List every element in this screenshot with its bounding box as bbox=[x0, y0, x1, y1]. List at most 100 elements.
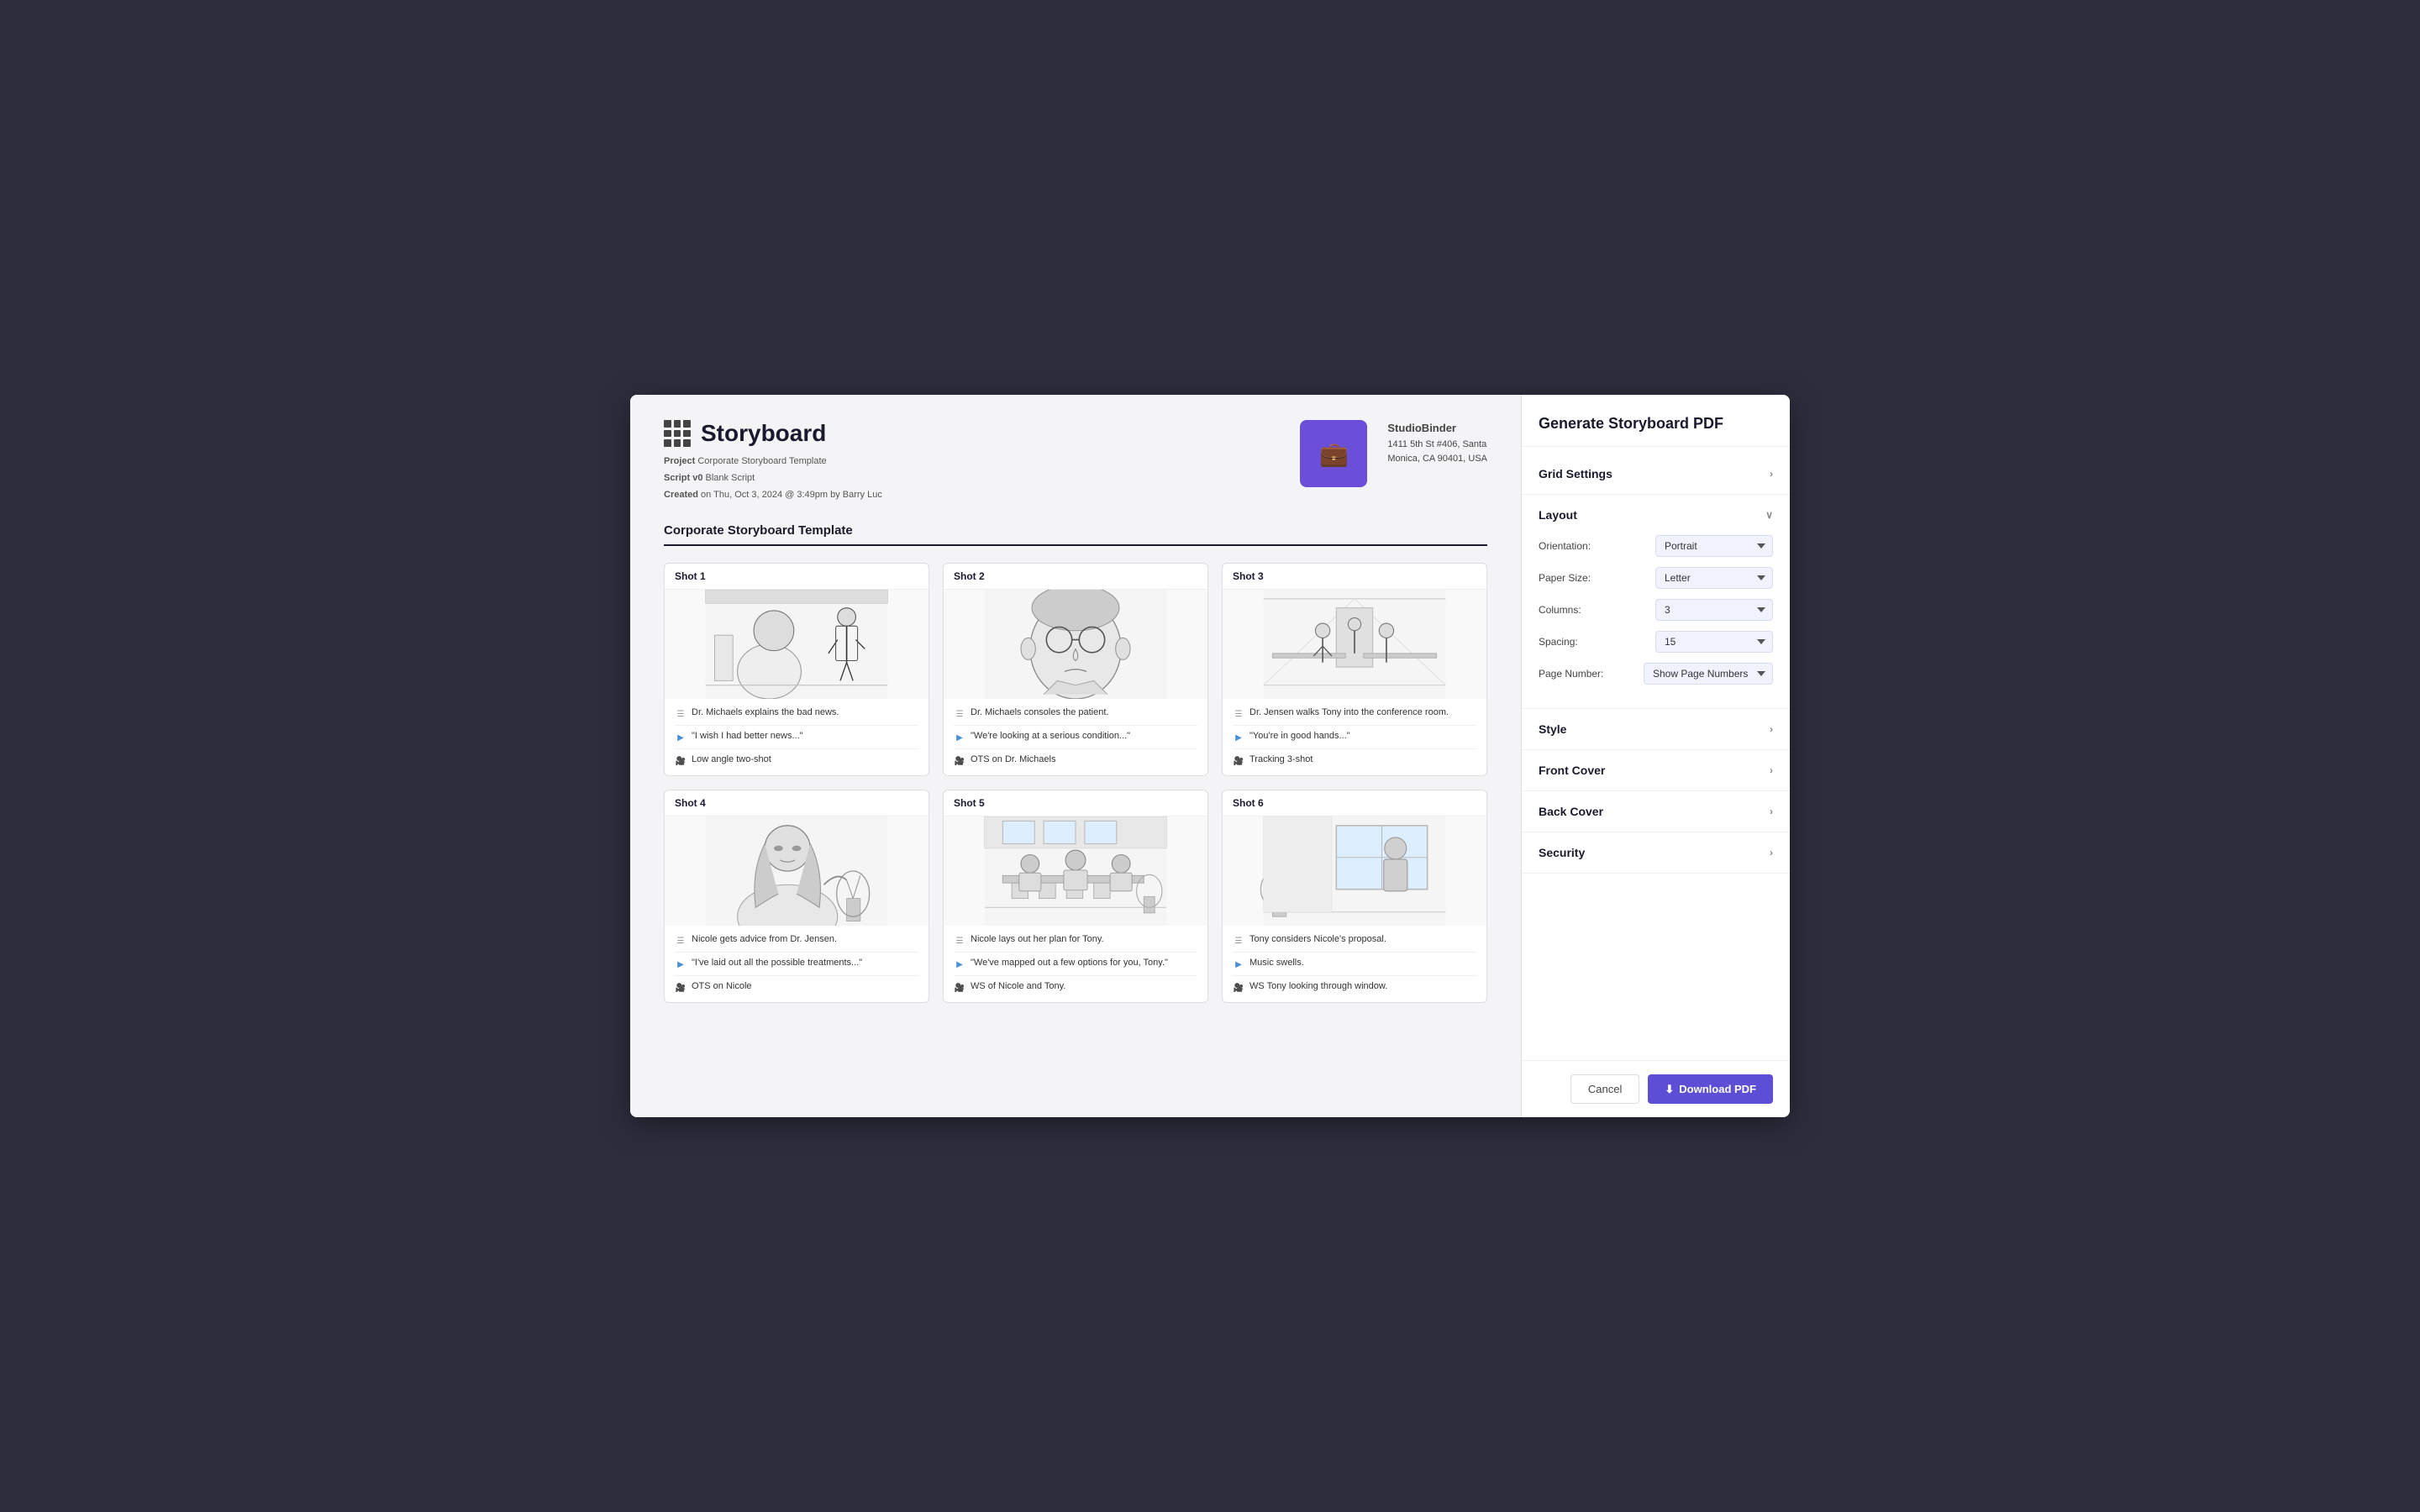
title-divider bbox=[664, 544, 1487, 546]
grid-settings-header[interactable]: Grid Settings › bbox=[1522, 454, 1790, 494]
pagenumber-label: Page Number: bbox=[1539, 668, 1603, 680]
shot-card-4: Shot 4 bbox=[664, 790, 929, 1003]
camera-icon-4: 🎥 bbox=[675, 982, 687, 994]
section-back-cover: Back Cover › bbox=[1522, 791, 1790, 832]
shot-label-6: Shot 6 bbox=[1223, 790, 1486, 816]
main-content: Storyboard Project Corporate Storyboard … bbox=[630, 395, 1521, 1117]
papersize-row: Paper Size: Letter A4 Legal bbox=[1539, 567, 1773, 589]
shot-desc-5: ☰ Nicole lays out her plan for Tony. bbox=[954, 934, 1197, 953]
desc-icon-4: ☰ bbox=[675, 935, 687, 947]
shot-camera-4: 🎥 OTS on Nicole bbox=[675, 981, 918, 994]
spacing-row: Spacing: 10 15 20 25 bbox=[1539, 631, 1773, 653]
audio-icon-3: ▶ bbox=[1233, 732, 1244, 743]
shot-desc-2: ☰ Dr. Michaels consoles the patient. bbox=[954, 707, 1197, 726]
shot-card-1: Shot 1 bbox=[664, 563, 929, 776]
shot-audio-2: ▶ "We're looking at a serious condition.… bbox=[954, 731, 1197, 749]
shot-desc-1: ☰ Dr. Michaels explains the bad news. bbox=[675, 707, 918, 726]
shot-image-2 bbox=[944, 590, 1207, 699]
storyboard-title: Storyboard bbox=[701, 420, 826, 447]
template-title: Corporate Storyboard Template bbox=[664, 523, 1487, 538]
camera-icon-6: 🎥 bbox=[1233, 982, 1244, 994]
layout-chevron: ∨ bbox=[1765, 509, 1773, 521]
audio-icon-5: ▶ bbox=[954, 958, 965, 970]
shot-image-3 bbox=[1223, 590, 1486, 699]
desc-icon-2: ☰ bbox=[954, 708, 965, 720]
security-header[interactable]: Security › bbox=[1522, 832, 1790, 873]
columns-label: Columns: bbox=[1539, 604, 1581, 616]
papersize-select[interactable]: Letter A4 Legal bbox=[1655, 567, 1773, 589]
panel-sections: Grid Settings › Layout ∨ Orientation: Po… bbox=[1522, 447, 1790, 1060]
orientation-select[interactable]: Portrait Landscape bbox=[1655, 535, 1773, 557]
title-block: Storyboard bbox=[664, 420, 882, 447]
pagenumber-row: Page Number: Show Page Numbers Hide Page… bbox=[1539, 663, 1773, 685]
shot-audio-3: ▶ "You're in good hands..." bbox=[1233, 731, 1476, 749]
company-logo: 💼 bbox=[1300, 420, 1367, 487]
shot-card-6: Shot 6 bbox=[1222, 790, 1487, 1003]
camera-icon-2: 🎥 bbox=[954, 755, 965, 767]
shot-audio-4: ▶ "I've laid out all the possible treatm… bbox=[675, 958, 918, 976]
section-security: Security › bbox=[1522, 832, 1790, 874]
desc-icon-3: ☰ bbox=[1233, 708, 1244, 720]
shot-camera-1: 🎥 Low angle two-shot bbox=[675, 754, 918, 767]
audio-icon-2: ▶ bbox=[954, 732, 965, 743]
shot-label-3: Shot 3 bbox=[1223, 564, 1486, 590]
shot-image-6 bbox=[1223, 816, 1486, 926]
cancel-button[interactable]: Cancel bbox=[1570, 1074, 1639, 1104]
layout-header[interactable]: Layout ∨ bbox=[1522, 495, 1790, 535]
style-header[interactable]: Style › bbox=[1522, 709, 1790, 749]
shot-card-5: Shot 5 bbox=[943, 790, 1208, 1003]
shot-audio-5: ▶ "We've mapped out a few options for yo… bbox=[954, 958, 1197, 976]
camera-icon-1: 🎥 bbox=[675, 755, 687, 767]
shot-image-1 bbox=[665, 590, 929, 699]
shot-audio-6: ▶ Music swells. bbox=[1233, 958, 1476, 976]
shots-grid: Shot 1 bbox=[664, 563, 1487, 1003]
pagenumber-select[interactable]: Show Page Numbers Hide Page Numbers bbox=[1644, 663, 1773, 685]
shot-camera-2: 🎥 OTS on Dr. Michaels bbox=[954, 754, 1197, 767]
shot-details-1: ☰ Dr. Michaels explains the bad news. ▶ … bbox=[665, 699, 929, 775]
shot-label-5: Shot 5 bbox=[944, 790, 1207, 816]
shot-details-4: ☰ Nicole gets advice from Dr. Jensen. ▶ … bbox=[665, 926, 929, 1002]
papersize-label: Paper Size: bbox=[1539, 572, 1591, 584]
back-cover-header[interactable]: Back Cover › bbox=[1522, 791, 1790, 832]
storyboard-meta: Project Corporate Storyboard Template Sc… bbox=[664, 454, 882, 503]
audio-icon-1: ▶ bbox=[675, 732, 687, 743]
company-block: 💼 StudioBinder 1411 5th St #406, Santa M… bbox=[1300, 420, 1487, 487]
shot-desc-4: ☰ Nicole gets advice from Dr. Jensen. bbox=[675, 934, 918, 953]
shot-audio-1: ▶ "I wish I had better news..." bbox=[675, 731, 918, 749]
front-cover-chevron: › bbox=[1770, 764, 1773, 776]
orientation-row: Orientation: Portrait Landscape bbox=[1539, 535, 1773, 557]
storyboard-header: Storyboard Project Corporate Storyboard … bbox=[664, 420, 1487, 503]
panel-title: Generate Storyboard PDF bbox=[1522, 395, 1790, 447]
back-cover-chevron: › bbox=[1770, 806, 1773, 817]
audio-icon-6: ▶ bbox=[1233, 958, 1244, 970]
columns-select[interactable]: 1 2 3 4 bbox=[1655, 599, 1773, 621]
shot-camera-3: 🎥 Tracking 3-shot bbox=[1233, 754, 1476, 767]
shot-label-4: Shot 4 bbox=[665, 790, 929, 816]
desc-icon-1: ☰ bbox=[675, 708, 687, 720]
briefcase-icon: 💼 bbox=[1319, 440, 1349, 468]
company-info: StudioBinder 1411 5th St #406, Santa Mon… bbox=[1387, 420, 1487, 467]
panel-footer: Cancel ⬇ Download PDF bbox=[1522, 1060, 1790, 1117]
audio-icon-4: ▶ bbox=[675, 958, 687, 970]
section-layout: Layout ∨ Orientation: Portrait Landscape… bbox=[1522, 495, 1790, 709]
section-style: Style › bbox=[1522, 709, 1790, 750]
download-pdf-button[interactable]: ⬇ Download PDF bbox=[1648, 1074, 1773, 1104]
spacing-select[interactable]: 10 15 20 25 bbox=[1655, 631, 1773, 653]
section-front-cover: Front Cover › bbox=[1522, 750, 1790, 791]
shot-camera-5: 🎥 WS of Nicole and Tony. bbox=[954, 981, 1197, 994]
front-cover-header[interactable]: Front Cover › bbox=[1522, 750, 1790, 790]
download-icon: ⬇ bbox=[1665, 1083, 1674, 1096]
orientation-label: Orientation: bbox=[1539, 540, 1591, 552]
desc-icon-6: ☰ bbox=[1233, 935, 1244, 947]
shot-card-3: Shot 3 bbox=[1222, 563, 1487, 776]
style-chevron: › bbox=[1770, 723, 1773, 735]
shot-details-3: ☰ Dr. Jensen walks Tony into the confere… bbox=[1223, 699, 1486, 775]
section-grid-settings: Grid Settings › bbox=[1522, 454, 1790, 495]
shot-card-2: Shot 2 bbox=[943, 563, 1208, 776]
layout-body: Orientation: Portrait Landscape Paper Si… bbox=[1522, 535, 1790, 708]
grid-icon bbox=[664, 420, 691, 447]
camera-icon-3: 🎥 bbox=[1233, 755, 1244, 767]
shot-label-2: Shot 2 bbox=[944, 564, 1207, 590]
shot-image-4 bbox=[665, 816, 929, 926]
shot-desc-3: ☰ Dr. Jensen walks Tony into the confere… bbox=[1233, 707, 1476, 726]
